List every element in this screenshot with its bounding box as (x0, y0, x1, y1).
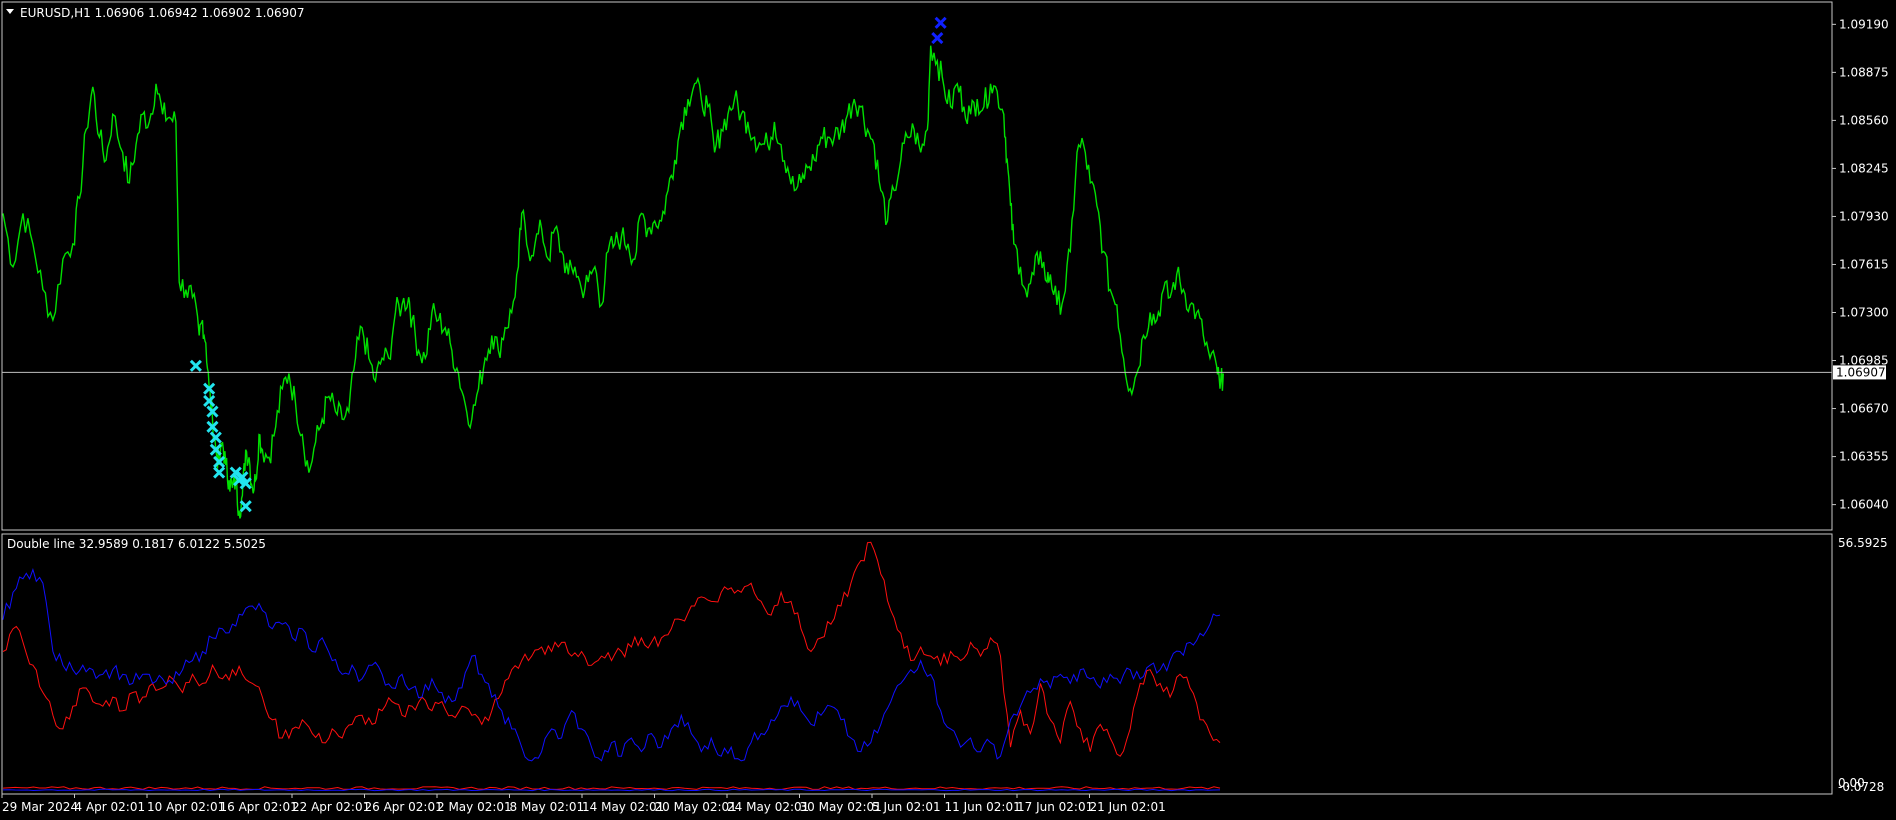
price-tick-label: 1.07930 (1839, 209, 1889, 223)
indicator-zero-label: 0.00 (1838, 776, 1865, 790)
price-tick-label: 1.06670 (1839, 402, 1889, 416)
price-tick-label: 1.09190 (1839, 17, 1889, 31)
main-panel-title: EURUSD,H1 1.06906 1.06942 1.06902 1.0690… (20, 6, 305, 20)
indicator-panel-title: Double line 32.9589 0.1817 6.0122 5.5025 (7, 537, 266, 551)
price-tick-label: 1.07615 (1839, 257, 1889, 271)
time-tick-label: 10 Apr 02:01 (147, 800, 225, 814)
time-tick-label: 29 Mar 2024 (2, 800, 78, 814)
time-tick-label: 4 Apr 02:01 (75, 800, 146, 814)
time-tick-label: 14 May 02:01 (582, 800, 664, 814)
price-tick-label: 1.06355 (1839, 450, 1889, 464)
time-tick-label: 24 May 02:01 (727, 800, 809, 814)
time-tick-label: 20 May 02:01 (655, 800, 737, 814)
price-tick-label: 1.08875 (1839, 65, 1889, 79)
price-tick-label: 1.07300 (1839, 306, 1889, 320)
chart-background (0, 0, 1896, 820)
time-tick-label: 11 Jun 02:01 (945, 800, 1021, 814)
current-price-label: 1.06907 (1836, 365, 1886, 379)
time-tick-label: 26 Apr 02:01 (365, 800, 443, 814)
time-tick-label: 21 Jun 02:01 (1090, 800, 1166, 814)
price-tick-label: 1.06040 (1839, 498, 1889, 512)
time-tick-label: 16 Apr 02:01 (220, 800, 298, 814)
time-tick-label: 2 May 02:01 (437, 800, 512, 814)
time-tick-label: 30 May 02:01 (800, 800, 882, 814)
indicator-max-label: 56.5925 (1838, 536, 1888, 550)
price-tick-label: 1.08560 (1839, 113, 1889, 127)
price-tick-label: 1.08245 (1839, 161, 1889, 175)
time-tick-label: 22 Apr 02:01 (292, 800, 370, 814)
trading-chart[interactable]: 1.09190 1.08875 1.08560 1.08245 1.07930 1.076… (0, 0, 1896, 820)
time-tick-label: 8 May 02:01 (510, 800, 585, 814)
time-tick-label: 17 Jun 02:01 (1017, 800, 1093, 814)
time-tick-label: 5 Jun 02:01 (872, 800, 941, 814)
